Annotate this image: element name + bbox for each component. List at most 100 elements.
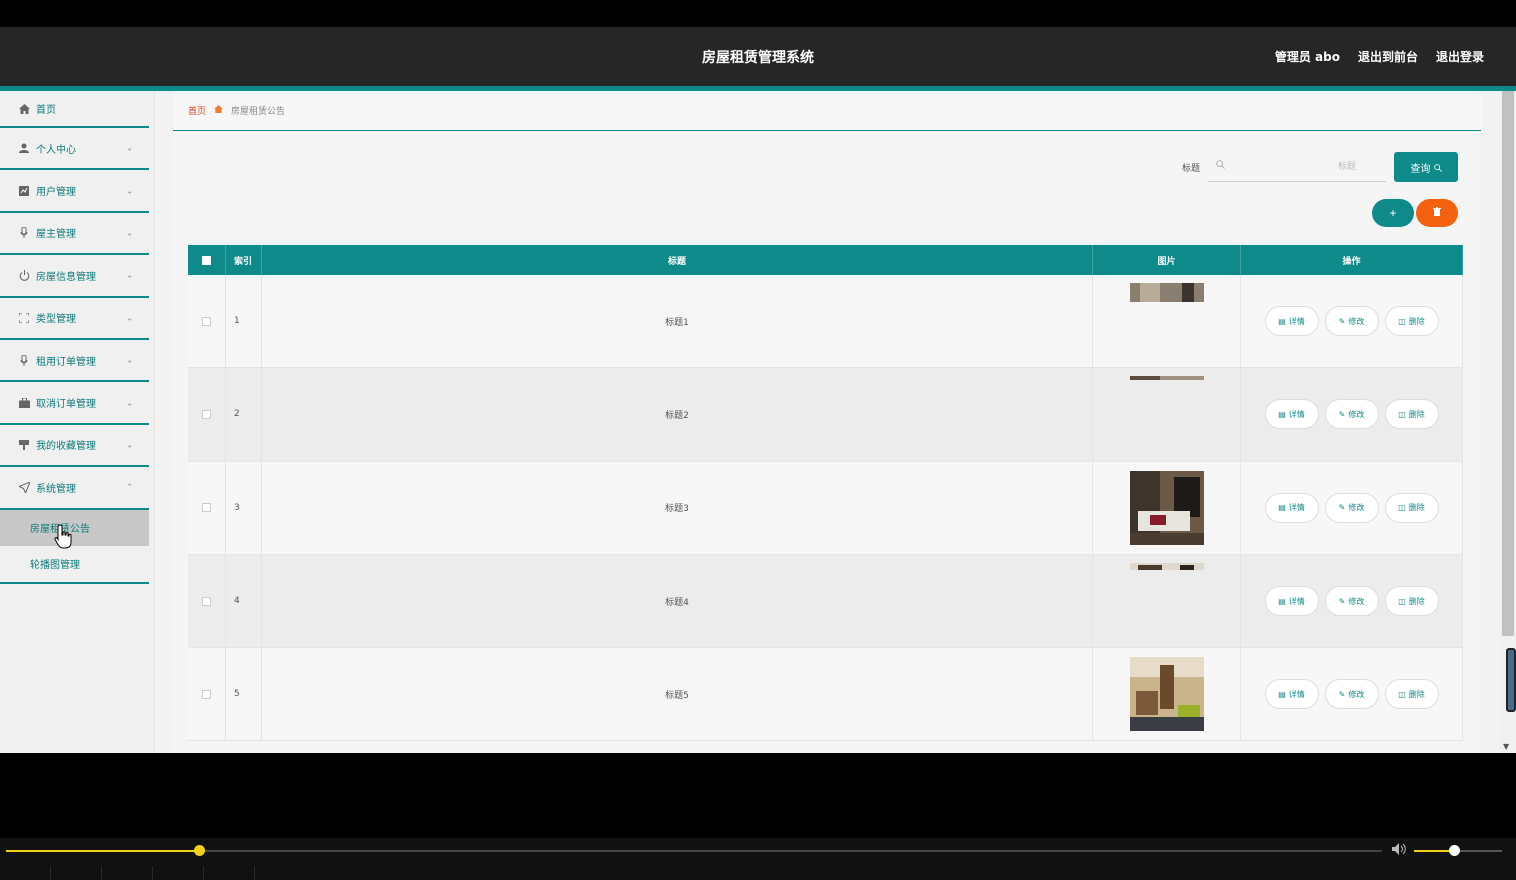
- edit-button[interactable]: ✎ 修改: [1324, 306, 1379, 337]
- sidebar-item-label: 房屋信息管理: [36, 271, 96, 283]
- edit-button[interactable]: ✎ 修改: [1324, 679, 1379, 710]
- room-thumbnail[interactable]: [1129, 376, 1204, 381]
- row-ops: ▤ 详情 ✎ 修改 ◫ 删除: [1241, 492, 1462, 523]
- volume-slider[interactable]: [1414, 845, 1502, 856]
- sidebar-item-home[interactable]: 首页: [0, 91, 149, 128]
- table-body: 1 标题1 ▤ 详情 ✎ 修改 ◫ 删除 2 标题2 ▤ 详情 ✎ 修改 ◫ 删除 3 标题3 ▤ 详情 ✎ 修改 ◫ 删除 4…: [188, 275, 1463, 742]
- trash-icon: [1433, 207, 1441, 219]
- detail-button[interactable]: ▤ 详情: [1264, 586, 1319, 617]
- scroll-down-arrow-icon[interactable]: ▼: [1503, 742, 1509, 751]
- sidebar-item-favorites[interactable]: 我的收藏管理 ⌄: [0, 425, 149, 468]
- detail-button[interactable]: ▤ 详情: [1264, 306, 1319, 337]
- detail-button[interactable]: ▤ 详情: [1264, 492, 1319, 523]
- submenu-item-notices[interactable]: 房屋租赁公告: [0, 509, 149, 546]
- edit-button[interactable]: ✎ 修改: [1324, 399, 1379, 430]
- sidebar-item-label: 用户管理: [36, 187, 76, 199]
- edit-button-label: 修改: [1348, 596, 1365, 606]
- power-icon: [18, 269, 30, 281]
- to-front-link[interactable]: 退出到前台: [1358, 48, 1418, 65]
- pencil-icon: ✎: [1338, 409, 1346, 419]
- row-index: 1: [226, 275, 262, 368]
- sidebar-item-cancel-orders[interactable]: 取消订单管理 ⌄: [0, 382, 149, 425]
- select-all-checkbox[interactable]: [202, 255, 211, 265]
- logout-link[interactable]: 退出登录: [1436, 48, 1484, 65]
- edit-button[interactable]: ✎ 修改: [1324, 492, 1379, 523]
- delete-button-label: 删除: [1408, 503, 1425, 513]
- sidebar-item-types[interactable]: 类型管理 ⌄: [0, 298, 149, 340]
- edit-button-label: 修改: [1348, 316, 1365, 326]
- room-thumbnail[interactable]: [1129, 562, 1204, 570]
- home-icon: [214, 105, 223, 116]
- chevron-down-icon: ⌄: [126, 186, 133, 196]
- add-button[interactable]: +: [1372, 199, 1414, 227]
- document-icon: ▤: [1278, 316, 1286, 326]
- volume-handle[interactable]: [1448, 845, 1460, 856]
- detail-button[interactable]: ▤ 详情: [1264, 399, 1319, 430]
- document-icon: ▤: [1278, 596, 1286, 606]
- scrollbar-thumb[interactable]: [1502, 91, 1514, 636]
- row-check-cell: [188, 368, 226, 461]
- row-title: 标题3: [262, 461, 1093, 554]
- sidebar-item-house-info[interactable]: 房屋信息管理 ⌄: [0, 255, 149, 298]
- row-checkbox[interactable]: [202, 503, 211, 513]
- edit-button-label: 修改: [1348, 409, 1365, 419]
- sidebar-item-users[interactable]: 用户管理 ⌄: [0, 170, 149, 213]
- search-row: 标题 查询: [1182, 152, 1458, 182]
- row-ops-cell: ▤ 详情 ✎ 修改 ◫ 删除: [1241, 461, 1463, 554]
- sidebar-item-personal[interactable]: 个人中心 ⌄: [0, 128, 149, 171]
- sidebar-item-owners[interactable]: 屋主管理 ⌄: [0, 213, 149, 256]
- strip-cell: [51, 866, 102, 880]
- breadcrumb-home[interactable]: 首页: [188, 104, 206, 117]
- row-check-cell: [188, 554, 226, 648]
- delete-button[interactable]: ◫ 删除: [1384, 679, 1439, 710]
- row-ops-cell: ▤ 详情 ✎ 修改 ◫ 删除: [1241, 554, 1463, 648]
- volume-icon[interactable]: [1392, 843, 1406, 858]
- delete-button[interactable]: ◫ 删除: [1384, 399, 1439, 430]
- plus-icon: +: [1389, 206, 1397, 220]
- room-thumbnail[interactable]: [1129, 657, 1204, 732]
- table-row: 1 标题1 ▤ 详情 ✎ 修改 ◫ 删除: [188, 275, 1463, 369]
- submenu-item-carousel[interactable]: 轮播图管理: [0, 546, 149, 582]
- batch-delete-button[interactable]: [1416, 199, 1458, 227]
- bottom-strip: [0, 866, 1516, 880]
- trash-icon: ◫: [1398, 596, 1406, 606]
- delete-button-label: 删除: [1408, 689, 1425, 699]
- seek-progress: [6, 850, 199, 852]
- main-content: 首页 房屋租赁公告 标题 查询: [173, 91, 1481, 753]
- search-input[interactable]: [1208, 152, 1386, 181]
- sidebar-item-rent-orders[interactable]: 租用订单管理 ⌄: [0, 340, 149, 383]
- room-thumbnail[interactable]: [1129, 283, 1204, 302]
- row-checkbox[interactable]: [202, 409, 211, 419]
- header-image: 图片: [1093, 245, 1241, 275]
- detail-button[interactable]: ▤ 详情: [1264, 679, 1319, 710]
- briefcase-icon: [18, 397, 30, 409]
- delete-button[interactable]: ◫ 删除: [1384, 492, 1439, 523]
- row-checkbox[interactable]: [202, 596, 211, 606]
- app-window: 房屋租赁管理系统 管理员 abo 退出到前台 退出登录 首页 个人中心 ⌄ 用户…: [0, 27, 1516, 753]
- edit-button[interactable]: ✎ 修改: [1324, 586, 1379, 617]
- row-checkbox[interactable]: [202, 689, 211, 699]
- screen: 房屋租赁管理系统 管理员 abo 退出到前台 退出登录 首页 个人中心 ⌄ 用户…: [0, 0, 1516, 880]
- admin-user-link[interactable]: 管理员 abo: [1275, 48, 1340, 65]
- sidebar: 首页 个人中心 ⌄ 用户管理 ⌄ 屋主管理 ⌄ 房屋信息管理 ⌄ 类型管理 ⌄ …: [0, 91, 155, 753]
- search-button[interactable]: 查询: [1394, 152, 1458, 182]
- detail-button-label: 详情: [1288, 409, 1305, 419]
- seek-handle[interactable]: [193, 845, 205, 856]
- row-image-cell: [1093, 554, 1241, 648]
- delete-button[interactable]: ◫ 删除: [1384, 586, 1439, 617]
- sidebar-item-system[interactable]: 系统管理 ⌃: [0, 467, 149, 510]
- document-icon: ▤: [1278, 503, 1286, 513]
- room-thumbnail[interactable]: [1129, 470, 1204, 545]
- row-ops: ▤ 详情 ✎ 修改 ◫ 删除: [1241, 586, 1462, 617]
- pencil-icon: ✎: [1338, 596, 1346, 606]
- trash-icon: ◫: [1398, 316, 1406, 326]
- seek-bar[interactable]: [6, 845, 1382, 856]
- detail-button-label: 详情: [1288, 316, 1305, 326]
- chevron-down-icon: ⌄: [126, 143, 133, 153]
- pencil-icon: ✎: [1338, 503, 1346, 513]
- row-ops: ▤ 详情 ✎ 修改 ◫ 删除: [1241, 679, 1462, 710]
- side-widget-handle[interactable]: [1506, 648, 1516, 712]
- row-checkbox[interactable]: [202, 316, 211, 326]
- breadcrumb-current: 房屋租赁公告: [231, 107, 286, 117]
- delete-button[interactable]: ◫ 删除: [1384, 306, 1439, 337]
